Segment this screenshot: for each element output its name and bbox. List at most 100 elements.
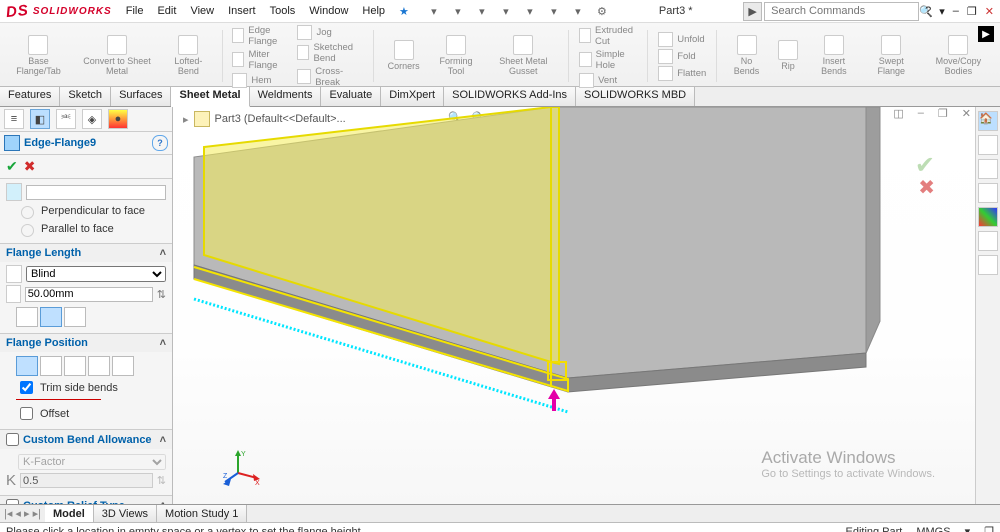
footer-tab-model[interactable]: Model — [45, 505, 94, 522]
flen-opt3-icon[interactable] — [64, 307, 86, 327]
tab-features[interactable]: Features — [0, 87, 60, 106]
tab-surfaces[interactable]: Surfaces — [111, 87, 171, 106]
fpos-opt1-icon[interactable] — [16, 356, 38, 376]
edge-select-box[interactable] — [26, 185, 166, 200]
ribbon-fold[interactable]: Fold — [658, 49, 706, 64]
tab-sketch[interactable]: Sketch — [60, 87, 111, 106]
ribbon-forming-tool[interactable]: Forming Tool — [432, 26, 481, 86]
ribbon-jog[interactable]: Jog — [297, 25, 362, 40]
fpos-opt3-icon[interactable] — [64, 356, 86, 376]
ribbon-insert-bends[interactable]: Insert Bends — [810, 26, 858, 86]
caret-icon[interactable]: ▾ — [939, 5, 945, 18]
close-icon[interactable]: ✕ — [985, 5, 994, 18]
taskpane-home-icon[interactable]: 🏠 — [978, 111, 998, 131]
confirm-cancel-icon[interactable]: ✖ — [918, 175, 935, 200]
ribbon-arrow-icon[interactable]: ▶ — [978, 26, 994, 42]
settings-gear-icon[interactable]: ⚙ — [595, 4, 609, 18]
menu-file[interactable]: File — [126, 5, 144, 18]
menu-insert[interactable]: Insert — [228, 5, 256, 18]
menu-help[interactable]: Help — [362, 5, 385, 18]
flen-dir-icon[interactable] — [6, 265, 22, 283]
help-icon[interactable]: ? — [925, 5, 931, 18]
fpos-opt5-icon[interactable] — [112, 356, 134, 376]
search-trigger-icon[interactable]: ▶ — [743, 2, 762, 21]
tab-dimxpert[interactable]: DimXpert — [381, 87, 444, 106]
flen-opt1-icon[interactable] — [16, 307, 38, 327]
ribbon-unfold[interactable]: Unfold — [658, 32, 706, 47]
edge-select-icon[interactable] — [6, 183, 22, 201]
ribbon-sketched-bend[interactable]: Sketched Bend — [297, 42, 362, 64]
radio-perp[interactable] — [21, 206, 34, 219]
chk-offset[interactable] — [20, 407, 33, 420]
menu-tools[interactable]: Tools — [270, 5, 296, 18]
ribbon-corners[interactable]: Corners — [384, 26, 424, 86]
taskpane-view-palette-icon[interactable] — [978, 183, 998, 203]
status-units[interactable]: MMGS — [916, 526, 950, 532]
footer-tab-3dviews[interactable]: 3D Views — [94, 505, 157, 522]
undo-icon[interactable]: ▾ — [523, 4, 537, 18]
footer-tab-motion-study[interactable]: Motion Study 1 — [157, 505, 247, 522]
taskpane-custom-props-icon[interactable] — [978, 231, 998, 251]
taskpane-file-explorer-icon[interactable] — [978, 159, 998, 179]
model-3d[interactable] — [173, 107, 973, 504]
chk-trim-side-bends[interactable] — [20, 381, 33, 394]
chk-cba[interactable] — [6, 433, 19, 446]
fm-config-icon[interactable]: ⎃ — [56, 109, 76, 129]
ok-icon[interactable]: ✔ — [6, 158, 18, 175]
spinner-icon[interactable]: ⇅ — [157, 474, 166, 487]
tab-sheet-metal[interactable]: Sheet Metal — [171, 87, 249, 107]
ribbon-lofted-bend[interactable]: Lofted-Bend — [165, 26, 211, 86]
fm-appear-icon[interactable]: ● — [108, 109, 128, 129]
ribbon-swept-flange[interactable]: Swept Flange — [866, 26, 917, 86]
graphics-viewport[interactable]: ▸ Part3 (Default<<Default>... 🔍 🔎 ↩ ◧ ◰ … — [173, 107, 975, 504]
opt-icon[interactable]: ▾ — [571, 4, 585, 18]
open-icon[interactable]: ▾ — [451, 4, 465, 18]
flange-direction-arrow[interactable] — [548, 389, 558, 411]
save-icon[interactable]: ▾ — [475, 4, 489, 18]
sec-flange-position[interactable]: Flange Position˄ — [0, 333, 172, 352]
cancel-icon[interactable]: ✖ — [24, 158, 36, 175]
ribbon-miter-flange[interactable]: Miter Flange — [232, 49, 289, 71]
fm-props-icon[interactable]: ◧ — [30, 109, 50, 129]
fpos-opt4-icon[interactable] — [88, 356, 110, 376]
chk-crt[interactable] — [6, 499, 19, 504]
print-icon[interactable]: ▾ — [499, 4, 513, 18]
sec-flange-length[interactable]: Flange Length˄ — [0, 243, 172, 262]
fpos-opt2-icon[interactable] — [40, 356, 62, 376]
flen-value-input[interactable] — [25, 287, 153, 302]
ribbon-rip[interactable]: Rip — [774, 26, 802, 86]
search-commands-input[interactable]: 🔍 — [764, 2, 919, 21]
menu-window[interactable]: Window — [309, 5, 348, 18]
flen-dim-icon[interactable] — [6, 285, 21, 303]
help-icon[interactable]: ? — [152, 135, 168, 151]
minimize-icon[interactable]: – — [953, 5, 959, 18]
flen-opt2-icon[interactable] — [40, 307, 62, 327]
menu-view[interactable]: View — [190, 5, 214, 18]
restore-icon[interactable]: ❐ — [967, 5, 977, 18]
ribbon-no-bends[interactable]: No Bends — [727, 26, 766, 86]
taskpane-appearances-icon[interactable] — [978, 207, 998, 227]
sec-relief-type[interactable]: Custom Relief Type˄ — [0, 495, 172, 504]
ribbon-cross-break[interactable]: Cross-Break — [297, 66, 362, 88]
ribbon-simple-hole[interactable]: Simple Hole — [579, 49, 637, 71]
status-caret-icon[interactable]: ▾ — [965, 525, 971, 532]
pin-icon[interactable]: ★ — [399, 5, 409, 18]
ribbon-extruded-cut[interactable]: Extruded Cut — [579, 25, 637, 47]
new-doc-icon[interactable]: ▾ — [427, 4, 441, 18]
cba-type-select[interactable]: K-Factor — [18, 454, 166, 470]
cba-value-input[interactable] — [20, 473, 153, 488]
sec-bend-allowance[interactable]: Custom Bend Allowance˄ — [0, 429, 172, 449]
taskpane-forum-icon[interactable] — [978, 255, 998, 275]
status-restore-icon[interactable]: ❐ — [984, 525, 994, 532]
spinner-icon[interactable]: ⇅ — [157, 288, 166, 301]
tab-addins[interactable]: SOLIDWORKS Add-Ins — [444, 87, 576, 106]
flen-mode-select[interactable]: Blind — [26, 266, 166, 282]
menu-edit[interactable]: Edit — [157, 5, 176, 18]
fm-display-icon[interactable]: ◈ — [82, 109, 102, 129]
ribbon-flatten[interactable]: Flatten — [658, 66, 706, 81]
rebuild-icon[interactable]: ▾ — [547, 4, 561, 18]
ribbon-hem[interactable]: Hem — [232, 73, 289, 88]
radio-parallel[interactable] — [21, 224, 34, 237]
ribbon-convert-sheet[interactable]: Convert to Sheet Metal — [77, 26, 157, 86]
ribbon-edge-flange[interactable]: Edge Flange — [232, 25, 289, 47]
